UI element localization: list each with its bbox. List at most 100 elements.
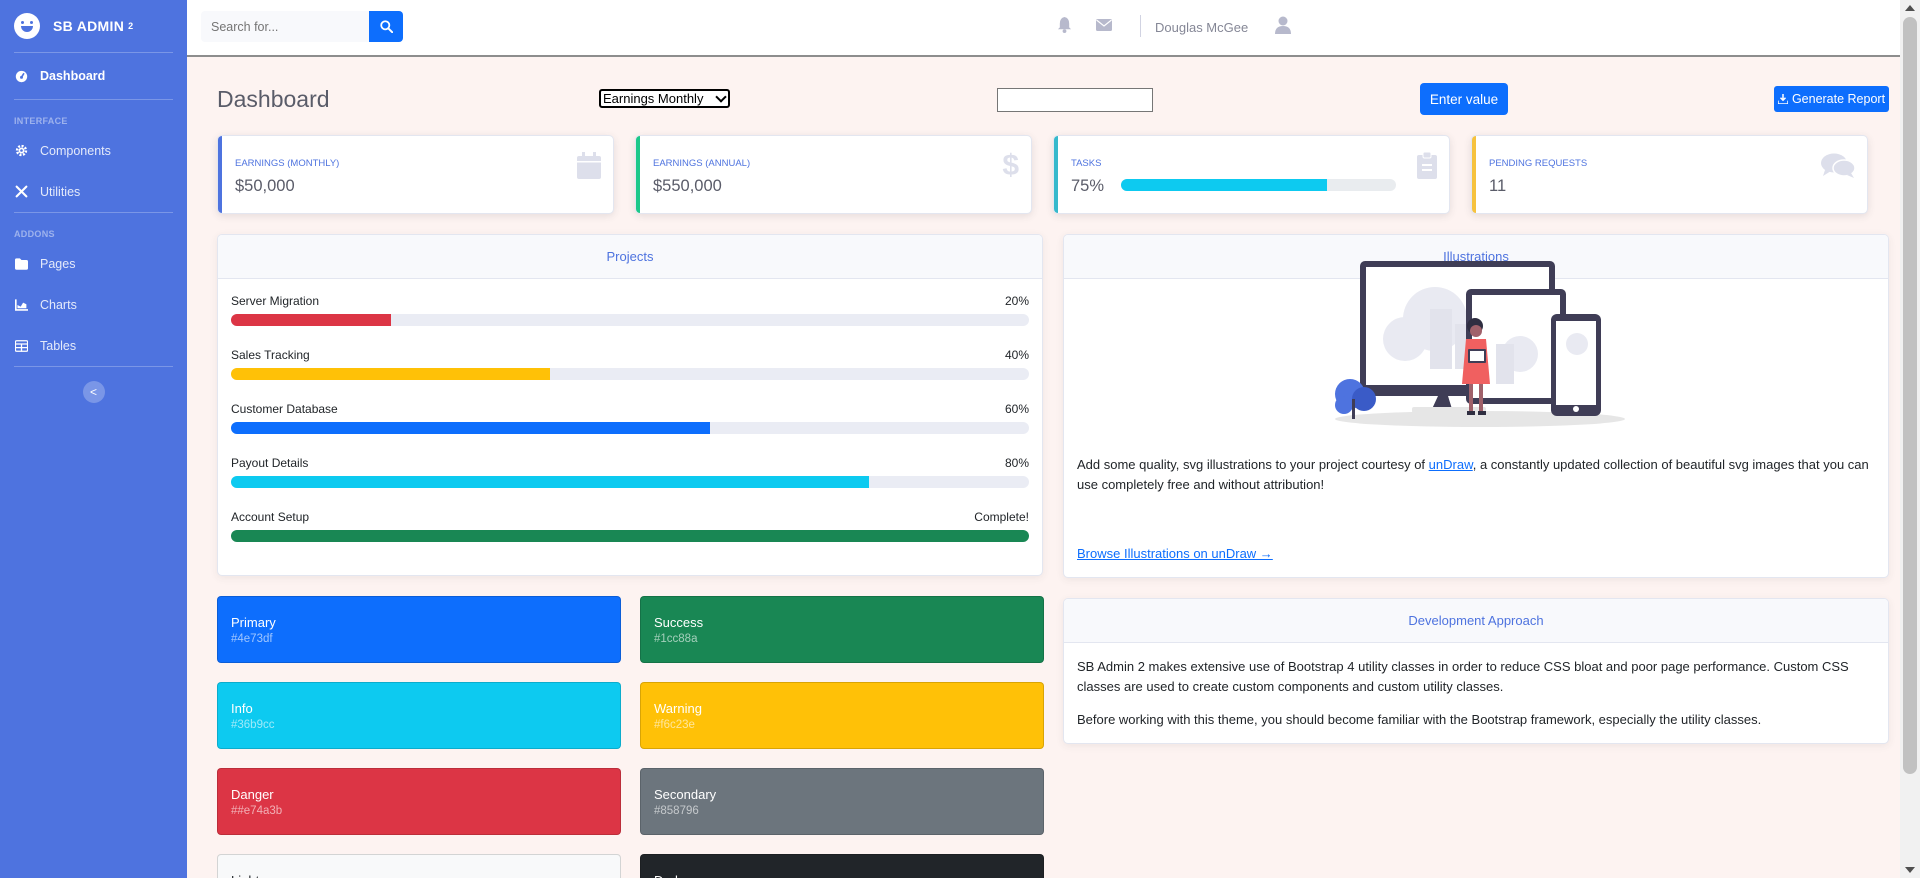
project-progress-bar: [231, 530, 1029, 542]
project-status: 60%: [1004, 402, 1029, 416]
project-progress-fill: [231, 422, 710, 434]
dollar-icon: $: [1002, 149, 1019, 182]
project-progress-fill: [231, 530, 1029, 542]
stat-label: EARNINGS (ANNUAL): [653, 158, 751, 169]
color-hex: #1cc88a: [654, 633, 698, 645]
project-status: 20%: [1004, 294, 1029, 308]
color-hex: #4e73df: [231, 633, 273, 645]
enter-value-button[interactable]: Enter value: [1420, 83, 1508, 115]
development-approach-card: Development Approach SB Admin 2 makes ex…: [1063, 598, 1889, 744]
search-input[interactable]: [201, 11, 369, 42]
sidebar-item-charts[interactable]: Charts: [0, 284, 187, 325]
sidebar-item-components[interactable]: Components: [0, 130, 187, 171]
scrollbar-thumb[interactable]: [1903, 17, 1917, 774]
color-hex: #36b9cc: [231, 719, 275, 731]
project-progress-fill: [231, 368, 551, 380]
sidebar: SB ADMIN 2 Dashboard INTERFACE Components…: [0, 0, 187, 878]
comments-icon: [1821, 152, 1856, 182]
sidebar-item-label: Tables: [40, 338, 77, 353]
project-row: Sales Tracking 40%: [231, 348, 1029, 362]
user-name[interactable]: Douglas McGee: [1155, 20, 1248, 35]
laugh-wink-icon: [14, 13, 40, 39]
project-name: Payout Details: [231, 456, 309, 470]
color-name: Primary: [231, 615, 276, 630]
gear-icon: [14, 144, 28, 158]
project-item: Account Setup Complete!: [231, 510, 1029, 542]
sidebar-item-label: Utilities: [40, 184, 81, 199]
card-title: Projects: [218, 235, 1042, 279]
color-card-info: Info #36b9cc: [217, 682, 621, 749]
undraw-link[interactable]: unDraw: [1429, 457, 1473, 472]
generate-report-button[interactable]: Generate Report: [1774, 86, 1889, 112]
select-value: Earnings Monthly: [603, 91, 704, 106]
color-name: Success: [654, 615, 704, 630]
wrench-icon: [14, 185, 28, 199]
project-status: Complete!: [974, 510, 1029, 524]
color-name: Warning: [654, 701, 702, 716]
browse-illustrations-link[interactable]: Browse Illustrations on unDraw →: [1077, 546, 1273, 561]
scroll-down-icon[interactable]: [1905, 867, 1915, 873]
project-progress-bar: [231, 422, 1029, 434]
search-button[interactable]: [369, 11, 403, 42]
stat-label: PENDING REQUESTS: [1489, 158, 1588, 169]
download-icon: [1777, 94, 1788, 104]
color-card-danger: Danger ##e74a3b: [217, 768, 621, 835]
sidebar-item-utilities[interactable]: Utilities: [0, 171, 187, 212]
tasks-progress-bar: [1121, 179, 1396, 191]
sidebar-brand[interactable]: SB ADMIN 2: [0, 0, 187, 52]
bell-icon[interactable]: [1057, 17, 1072, 36]
development-paragraph-1: SB Admin 2 makes extensive use of Bootst…: [1077, 659, 1849, 694]
stat-accent-bar: [218, 136, 222, 213]
sidebar-item-label: Components: [40, 143, 111, 158]
sidebar-toggle-button[interactable]: <: [82, 381, 105, 403]
color-hex: #858796: [654, 805, 699, 817]
project-progress-bar: [231, 368, 1029, 380]
project-progress-fill: [231, 314, 391, 326]
sidebar-heading-addons: ADDONS: [14, 229, 55, 239]
card-title: Development Approach: [1064, 599, 1888, 643]
report-label: Generate Report: [1791, 92, 1886, 106]
stat-value: 11: [1489, 177, 1507, 195]
project-progress-bar: [231, 314, 1029, 326]
search-icon: [379, 20, 393, 33]
stat-value: $550,000: [653, 177, 722, 195]
stat-label: TASKS: [1071, 158, 1102, 169]
earnings-select[interactable]: Earnings Monthly: [599, 89, 730, 108]
color-name: Danger: [231, 787, 274, 802]
stat-card-tasks: TASKS 75%: [1053, 135, 1450, 214]
stat-value: 75%: [1071, 177, 1105, 195]
page-scrollbar[interactable]: [1900, 0, 1920, 878]
color-card-primary: Primary #4e73df: [217, 596, 621, 663]
scroll-up-icon[interactable]: [1905, 5, 1915, 11]
user-icon[interactable]: [1275, 16, 1291, 37]
color-card-dark: Dark: [640, 854, 1044, 878]
project-row: Customer Database 60%: [231, 402, 1029, 416]
project-name: Sales Tracking: [231, 348, 310, 362]
project-name: Server Migration: [231, 294, 320, 308]
sidebar-divider: [14, 366, 173, 367]
color-hex: #f6c23e: [654, 719, 695, 731]
project-item: Server Migration 20%: [231, 294, 1029, 326]
illustrations-text-start: Add some quality, svg illustrations to y…: [1077, 457, 1429, 472]
stat-accent-bar: [1054, 136, 1058, 213]
sidebar-item-label: Pages: [40, 256, 76, 271]
project-row: Account Setup Complete!: [231, 510, 1029, 524]
project-name: Account Setup: [231, 510, 310, 524]
project-row: Payout Details 80%: [231, 456, 1029, 470]
tachometer-icon: [14, 69, 28, 83]
color-name: Dark: [654, 873, 681, 878]
sidebar-item-dashboard[interactable]: Dashboard: [0, 53, 187, 99]
color-card-secondary: Secondary #858796: [640, 768, 1044, 835]
stat-card-earnings-monthly: EARNINGS (MONTHLY) $50,000: [217, 135, 614, 214]
sidebar-item-pages[interactable]: Pages: [0, 243, 187, 284]
project-status: 40%: [1004, 348, 1029, 362]
project-status: 80%: [1004, 456, 1029, 470]
sidebar-heading-interface: INTERFACE: [14, 116, 68, 126]
illustrations-description: Add some quality, svg illustrations to y…: [1077, 455, 1887, 494]
envelope-icon[interactable]: [1096, 19, 1112, 34]
stat-accent-bar: [1472, 136, 1476, 213]
sidebar-item-tables[interactable]: Tables: [0, 325, 187, 366]
chart-icon: [14, 298, 28, 312]
value-input[interactable]: [997, 88, 1153, 112]
project-item: Payout Details 80%: [231, 456, 1029, 488]
